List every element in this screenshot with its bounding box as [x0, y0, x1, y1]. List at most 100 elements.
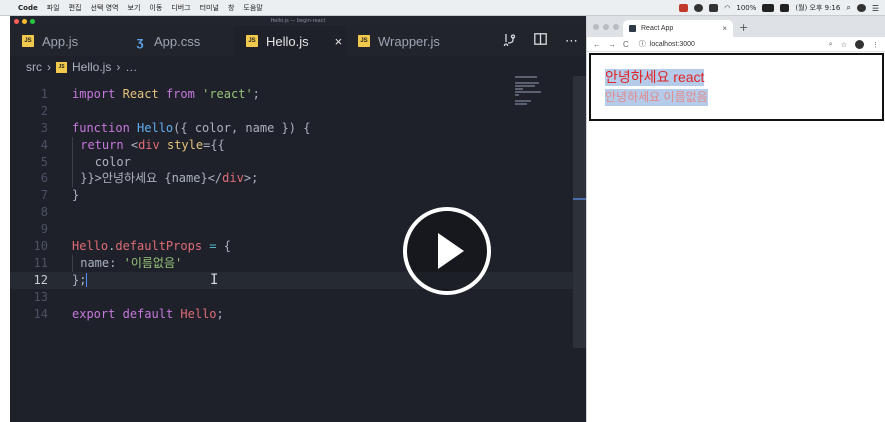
close-tab-icon[interactable]: ×: [335, 34, 343, 49]
menu-edit[interactable]: 편집: [69, 3, 82, 13]
vscode-window: Hello.js — begin-react JS App.js ʒ App.c…: [10, 16, 586, 422]
breadcrumb-folder[interactable]: src: [26, 60, 42, 74]
breadcrumb-file[interactable]: Hello.js: [72, 60, 111, 74]
play-video-button[interactable]: [402, 206, 492, 296]
record-icon[interactable]: [679, 4, 689, 12]
back-arrow-icon[interactable]: ←: [593, 40, 601, 49]
scroll-position-marker: [573, 198, 586, 200]
more-actions-icon[interactable]: ⋯: [565, 34, 578, 49]
js-file-icon: JS: [56, 61, 67, 73]
js-file-icon: JS: [22, 35, 34, 47]
tab-app-js[interactable]: JS App.js: [10, 26, 122, 56]
code-token: ;: [216, 306, 224, 321]
ibeam-cursor-icon: I: [210, 272, 219, 288]
wifi-icon[interactable]: ◠: [724, 4, 730, 12]
minimap[interactable]: [515, 76, 543, 106]
menu-terminal[interactable]: 터미널: [200, 3, 219, 13]
code-token: default: [122, 306, 174, 321]
profile-avatar[interactable]: [855, 40, 864, 49]
line-number: 9: [40, 222, 48, 237]
menu-selection[interactable]: 선택 영역: [91, 3, 119, 13]
code-line[interactable]: 2: [10, 103, 574, 120]
code-token: >;: [243, 171, 259, 186]
notification-center-icon[interactable]: ☰: [872, 4, 879, 13]
browser-tab-title: React App: [641, 25, 674, 32]
indent-guide: [72, 153, 73, 171]
menu-window[interactable]: 창: [228, 3, 234, 13]
text-cursor: [86, 273, 88, 288]
menu-debug[interactable]: 디버그: [171, 3, 190, 13]
menu-file[interactable]: 파일: [47, 3, 60, 13]
code-line[interactable]: 5 color: [10, 153, 574, 171]
css-file-icon: ʒ: [136, 33, 144, 49]
code-token: Hello: [180, 306, 217, 321]
line-number: 11: [33, 255, 48, 270]
code-line[interactable]: 1 import React from 'react';: [10, 86, 574, 103]
breadcrumb: src › JS Hello.js › …: [10, 56, 586, 78]
js-file-icon: JS: [358, 35, 370, 47]
code-line[interactable]: 7}: [10, 187, 574, 204]
menu-go[interactable]: 이동: [149, 3, 162, 13]
browser-nav: ← → C: [593, 40, 629, 49]
code-token: </: [207, 171, 223, 186]
screen-icon[interactable]: [709, 4, 719, 12]
browser-tab-react-app[interactable]: React App ×: [623, 20, 733, 37]
code-token: from: [165, 87, 195, 101]
split-editor-icon[interactable]: [534, 33, 547, 49]
hello-default-name-text: 안녕하세요 이름없음: [605, 89, 708, 106]
code-token: function: [72, 120, 130, 135]
breadcrumb-symbol[interactable]: …: [125, 60, 137, 74]
tab-hello-js[interactable]: JS Hello.js ×: [234, 26, 346, 56]
mac-menubar: Code 파일 편집 선택 영역 보기 이동 디버그 터미널 창 도움말 ◠ 1…: [0, 0, 885, 16]
zoom-window-button[interactable]: [613, 24, 619, 30]
indent-guide: [72, 136, 73, 154]
minimize-window-button[interactable]: [603, 24, 609, 30]
info-icon[interactable]: ⓘ: [639, 39, 646, 49]
menu-app-code[interactable]: Code: [18, 4, 38, 12]
forward-arrow-icon[interactable]: →: [608, 40, 616, 49]
spotlight-icon[interactable]: ⌕: [846, 3, 850, 13]
address-bar[interactable]: ⓘ localhost:3000: [639, 39, 695, 49]
menu-view[interactable]: 보기: [128, 3, 141, 13]
code-token: defaultProps: [115, 239, 203, 254]
app-status-icon[interactable]: [694, 4, 704, 12]
vertical-scrollbar[interactable]: [573, 76, 586, 348]
close-tab-icon[interactable]: ×: [722, 24, 727, 33]
menu-help[interactable]: 도움말: [243, 3, 262, 13]
tab-wrapper-js[interactable]: JS Wrapper.js: [346, 26, 458, 56]
code-token: }}>: [80, 171, 102, 186]
reload-icon[interactable]: C: [623, 40, 629, 49]
code-token: ={{: [203, 137, 225, 152]
battery-percent: 100%: [736, 4, 757, 12]
code-line[interactable]: 3 function Hello({ color, name }) {: [10, 120, 574, 137]
code-token: {: [223, 239, 231, 254]
battery-icon[interactable]: [762, 4, 775, 12]
browser-tabbar: React App × +: [587, 16, 885, 37]
browser-menu-icon[interactable]: ⋮: [872, 41, 879, 49]
code-token: style: [166, 137, 204, 152]
tab-label: App.js: [42, 33, 79, 49]
open-changes-icon[interactable]: [503, 33, 516, 50]
new-tab-button[interactable]: +: [739, 21, 748, 34]
line-number: 2: [40, 103, 48, 118]
zoom-icon[interactable]: ⌕: [829, 41, 833, 49]
close-window-button[interactable]: [593, 24, 599, 30]
browser-window: React App × + ← → C ⓘ localhost:3000 ⌕ ☆…: [586, 16, 885, 422]
code-line[interactable]: 6 }}>안녕하세요 {name}</div>;: [10, 170, 574, 188]
code-line[interactable]: 14 export default Hello;: [10, 306, 574, 323]
indent-guide: [72, 170, 73, 188]
line-number: 4: [40, 137, 48, 152]
react-favicon-icon: [629, 25, 636, 32]
tab-label: App.css: [154, 33, 201, 49]
line-number: 3: [40, 120, 48, 135]
code-line[interactable]: 4 return <div style={{: [10, 136, 574, 154]
bookmark-star-icon[interactable]: ☆: [841, 41, 847, 49]
input-source-icon[interactable]: [780, 4, 790, 12]
menubar-clock[interactable]: (월) 오후 9:16: [795, 3, 840, 13]
line-number: 8: [40, 205, 48, 220]
page-content: 안녕하세요 react 안녕하세요 이름없음: [589, 53, 884, 121]
code-token: Hello: [137, 120, 174, 135]
siri-icon[interactable]: [856, 4, 866, 12]
tab-app-css[interactable]: ʒ App.css: [122, 26, 234, 56]
menubar-status-area: ◠ 100% (월) 오후 9:16 ⌕ ☰: [679, 0, 879, 16]
